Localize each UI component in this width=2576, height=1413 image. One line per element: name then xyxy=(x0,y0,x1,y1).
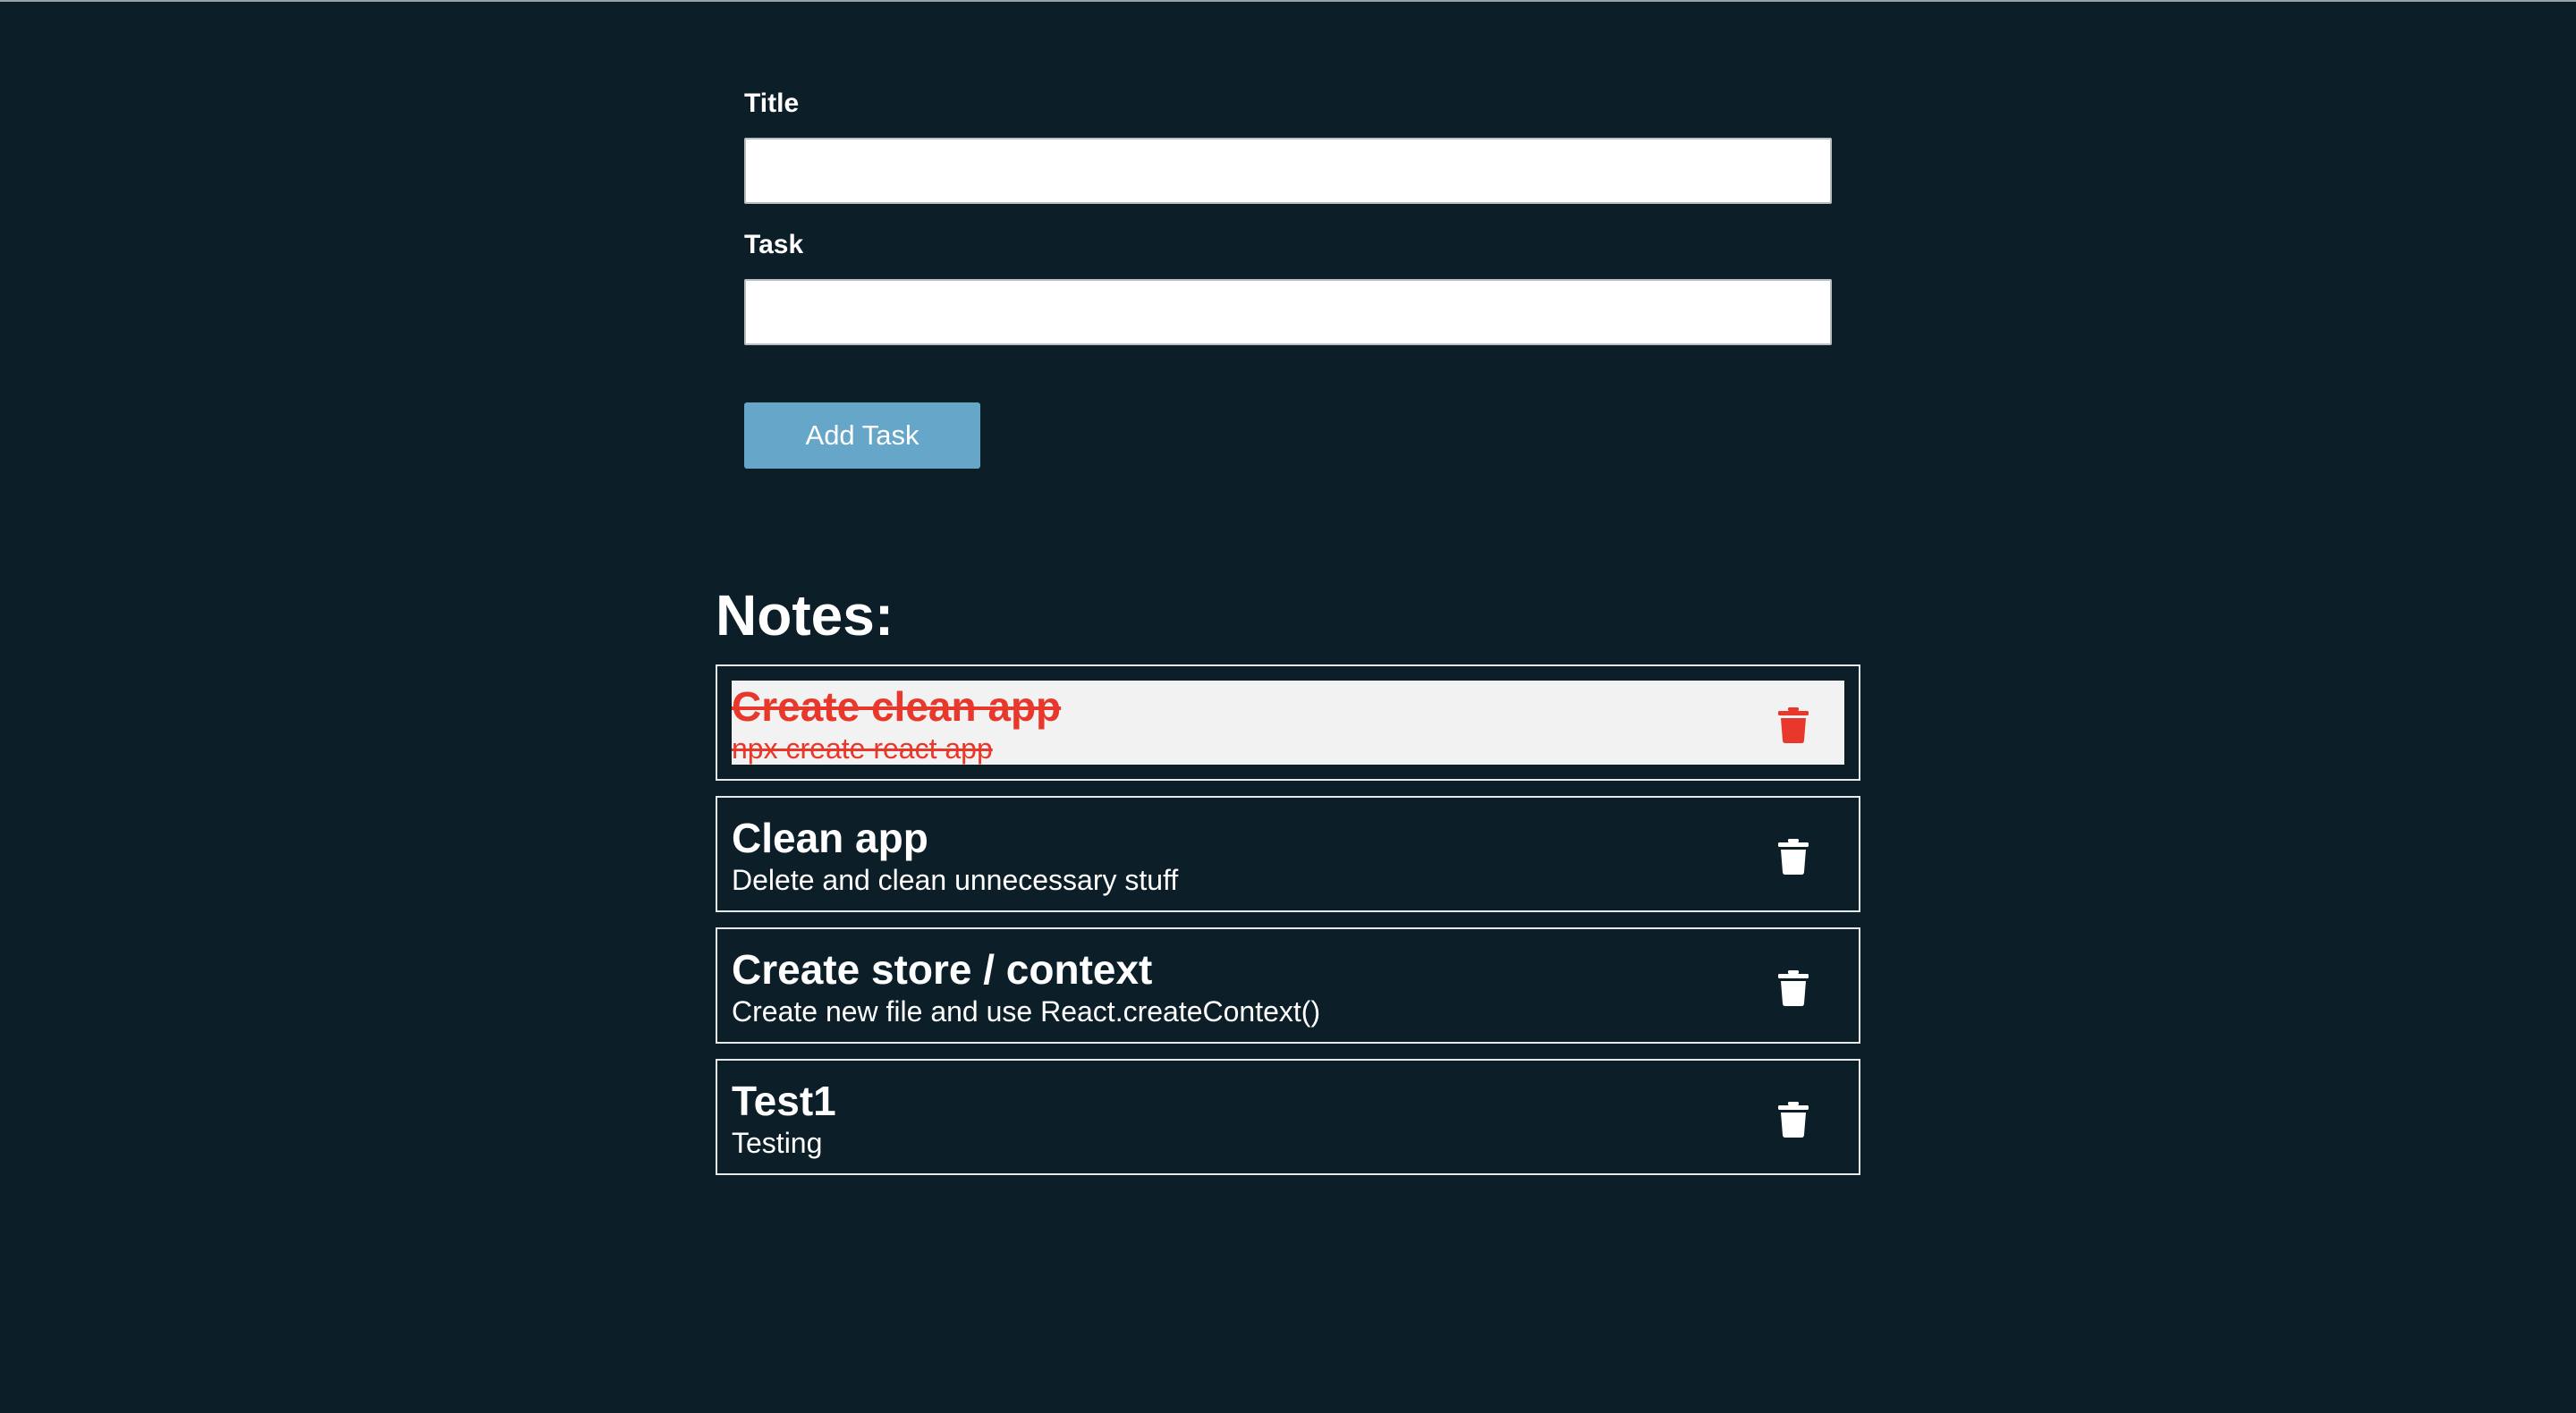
add-task-form: Title Task Add Task xyxy=(744,86,1832,469)
note-title: Test1 xyxy=(732,1078,836,1124)
note-content: Clean app Delete and clean unnecessary s… xyxy=(732,812,1844,896)
note-item[interactable]: Test1 Testing xyxy=(716,1059,1860,1175)
add-task-button[interactable]: Add Task xyxy=(744,402,980,469)
note-item[interactable]: Create store / context Create new file a… xyxy=(716,927,1860,1044)
title-input[interactable] xyxy=(744,138,1832,204)
top-border xyxy=(0,0,2576,2)
trash-icon[interactable] xyxy=(1778,839,1809,875)
title-label: Title xyxy=(744,89,800,118)
task-input[interactable] xyxy=(744,279,1832,345)
note-item[interactable]: Clean app Delete and clean unnecessary s… xyxy=(716,796,1860,912)
task-label: Task xyxy=(744,230,804,259)
trash-icon[interactable] xyxy=(1778,707,1809,743)
notes-list: Create clean app npx create react app Cl… xyxy=(716,664,1860,1190)
trash-icon[interactable] xyxy=(1778,970,1809,1006)
note-description: Delete and clean unnecessary stuff xyxy=(732,864,1179,896)
note-title: Create store / context xyxy=(732,946,1153,993)
note-description: npx create react app xyxy=(732,732,993,765)
note-description: Testing xyxy=(732,1127,823,1159)
note-content: Create store / context Create new file a… xyxy=(732,943,1844,1028)
note-title: Create clean app xyxy=(732,683,1062,730)
note-content: Create clean app npx create react app xyxy=(732,681,1844,765)
note-title: Clean app xyxy=(732,815,928,861)
note-item[interactable]: Create clean app npx create react app xyxy=(716,664,1860,781)
note-description: Create new file and use React.createCont… xyxy=(732,995,1321,1028)
trash-icon[interactable] xyxy=(1778,1102,1809,1138)
note-content: Test1 Testing xyxy=(732,1075,1844,1159)
notes-heading: Notes: xyxy=(716,583,894,647)
